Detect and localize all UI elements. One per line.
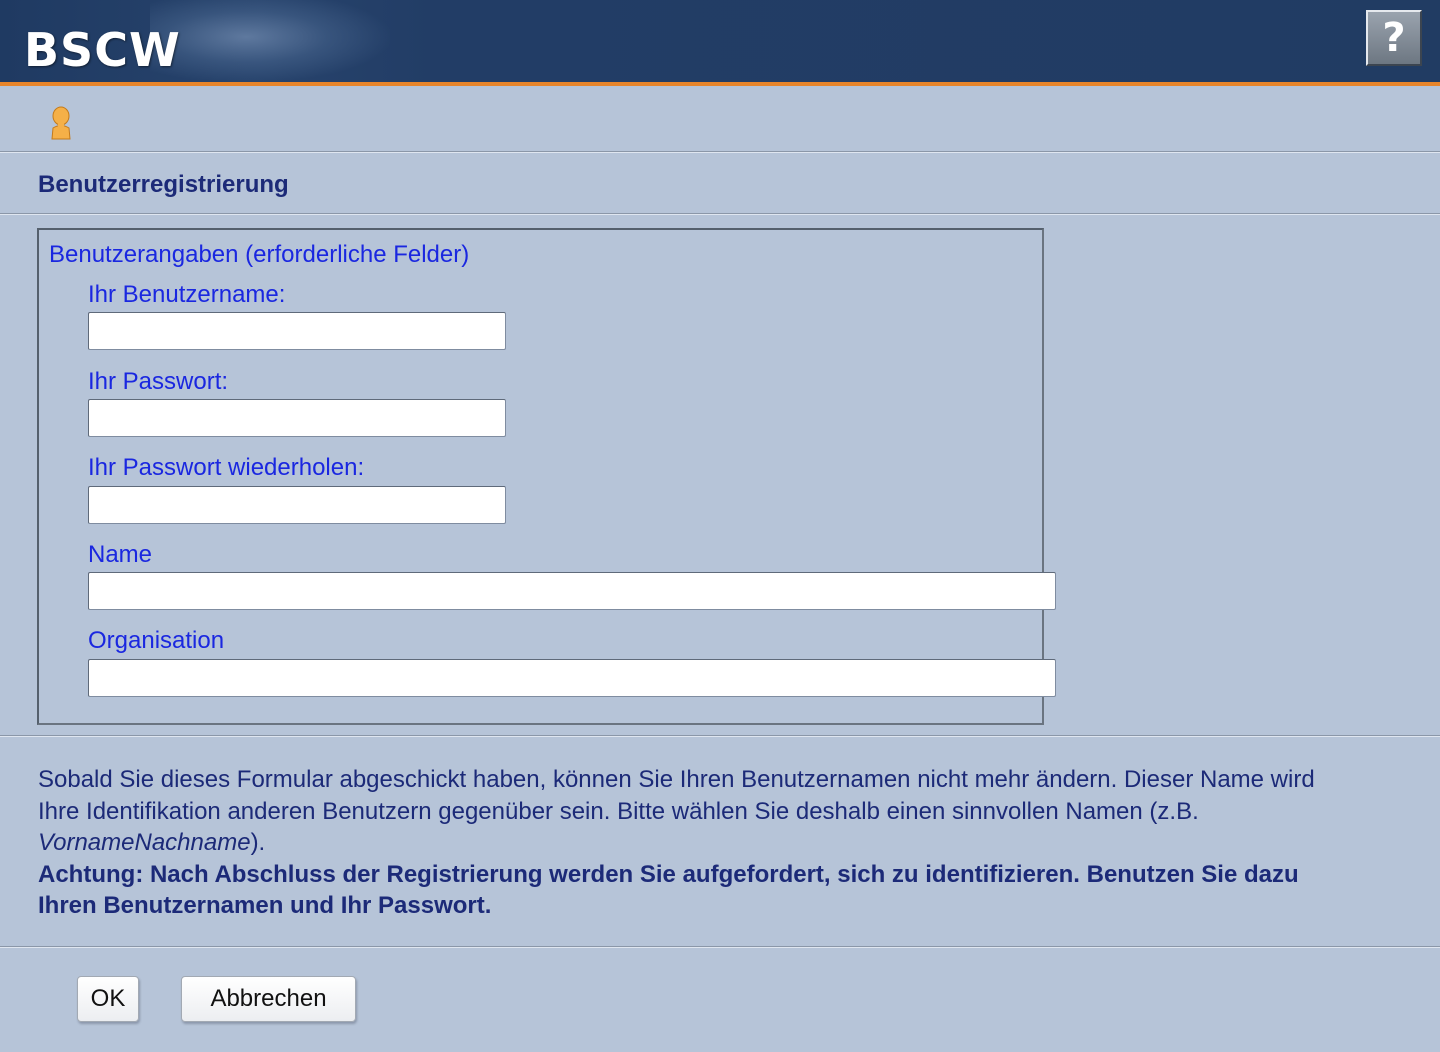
user-icon: [51, 106, 71, 140]
bscw-logo: BSCW: [24, 23, 181, 77]
ok-button[interactable]: OK: [77, 976, 139, 1022]
divider: [0, 946, 1440, 948]
organisation-input[interactable]: [88, 659, 1056, 697]
info-example: VornameNachname: [38, 829, 251, 856]
cancel-button[interactable]: Abbrechen: [181, 976, 356, 1022]
username-input[interactable]: [88, 312, 506, 350]
page-title: Benutzerregistrierung: [38, 171, 289, 198]
globe-background: [150, 0, 390, 82]
organisation-label: Organisation: [88, 627, 225, 654]
info-warning: Achtung: Nach Abschluss der Registrierun…: [38, 860, 1299, 920]
name-input[interactable]: [88, 572, 1056, 610]
name-label: Name: [88, 541, 153, 568]
divider: [0, 151, 1440, 153]
password-repeat-input[interactable]: [88, 486, 506, 524]
divider: [0, 735, 1440, 737]
app-header: BSCW ?: [0, 0, 1440, 86]
username-label: Ihr Benutzername:: [88, 281, 286, 308]
divider: [0, 213, 1440, 215]
password-repeat-label: Ihr Passwort wiederholen:: [88, 454, 365, 481]
password-label: Ihr Passwort:: [88, 368, 229, 395]
info-text: Sobald Sie dieses Formular abgeschickt h…: [38, 764, 1338, 922]
password-input[interactable]: [88, 399, 506, 437]
help-button[interactable]: ?: [1366, 10, 1422, 66]
fieldset-legend: Benutzerangaben (erforderliche Felder): [49, 241, 470, 268]
info-text-part: ).: [250, 829, 266, 856]
info-text-part: Sobald Sie dieses Formular abgeschickt h…: [38, 766, 1315, 825]
